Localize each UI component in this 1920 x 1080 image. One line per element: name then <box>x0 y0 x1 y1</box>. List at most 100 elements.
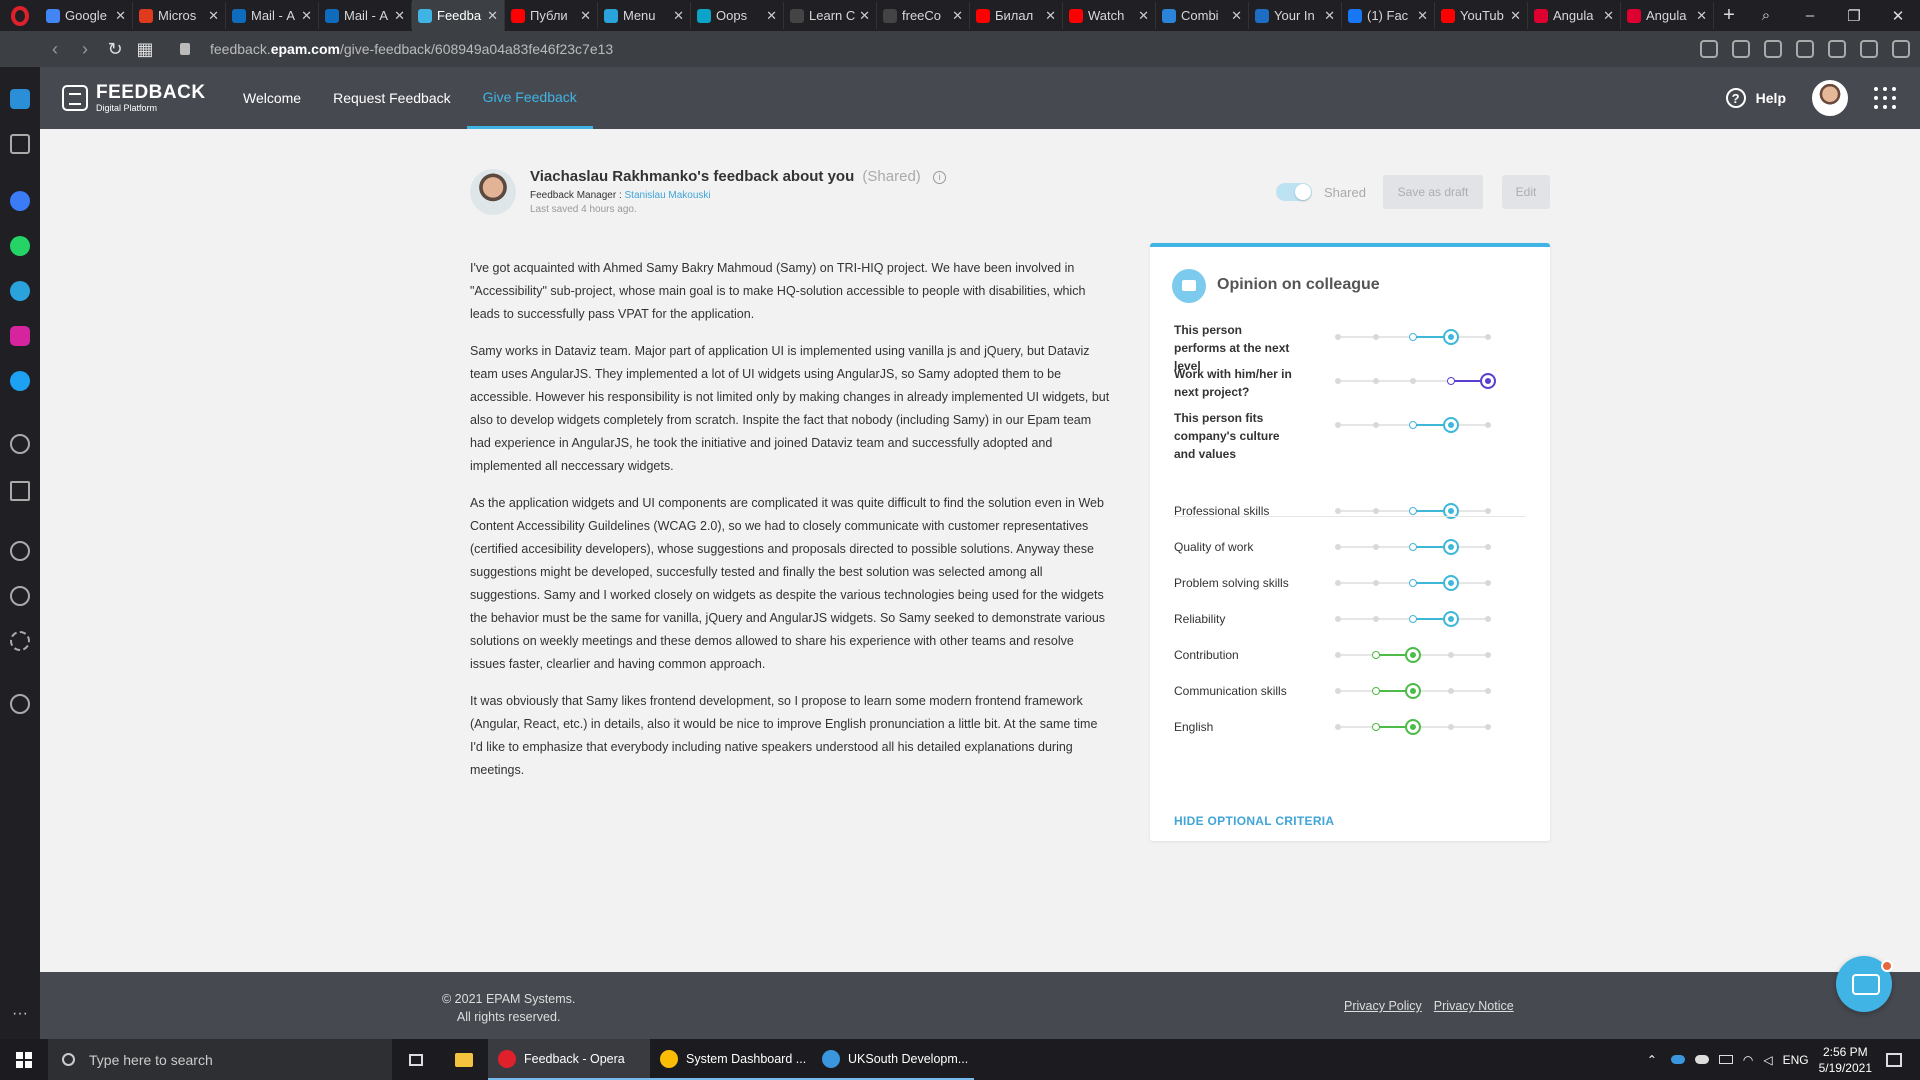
browser-tab[interactable]: Watch ✕ <box>1063 2 1156 29</box>
slider-step[interactable] <box>1485 724 1491 730</box>
slider-step[interactable] <box>1335 688 1341 694</box>
tab-close-icon[interactable]: ✕ <box>487 8 498 24</box>
lightbulb-icon[interactable] <box>10 694 30 714</box>
criterion-slider[interactable] <box>1335 575 1491 591</box>
messenger-icon[interactable] <box>10 191 30 211</box>
url-field[interactable]: feedback.epam.com/give-feedback/608949a0… <box>180 41 613 57</box>
slider-step[interactable] <box>1485 688 1491 694</box>
telegram-icon[interactable] <box>10 281 30 301</box>
browser-tab[interactable]: Oops ✕ <box>691 2 784 29</box>
criterion-slider[interactable] <box>1335 647 1491 663</box>
browser-tab[interactable]: Google ✕ <box>40 2 133 29</box>
app-logo[interactable]: FEEDBACK Digital Platform <box>62 82 207 114</box>
reload-button[interactable]: ↻ <box>100 39 130 60</box>
slider-step[interactable] <box>1372 616 1379 622</box>
slider-step[interactable] <box>1335 544 1341 550</box>
taskbar-search[interactable]: Type here to search <box>48 1039 392 1080</box>
browser-tab[interactable]: Mail - А ✕ <box>319 2 412 29</box>
slider-step[interactable] <box>1335 334 1341 340</box>
slider-step[interactable] <box>1409 333 1417 341</box>
slider-step[interactable] <box>1409 543 1417 551</box>
menu-icon[interactable] <box>1892 40 1910 58</box>
browser-tab[interactable]: Angula ✕ <box>1621 2 1714 29</box>
help-link[interactable]: Help <box>1756 90 1786 106</box>
criterion-slider[interactable] <box>1335 373 1496 389</box>
slider-step[interactable] <box>1447 724 1454 730</box>
tab-close-icon[interactable]: ✕ <box>1510 8 1521 24</box>
edit-button[interactable]: Edit <box>1502 175 1550 209</box>
slider-step[interactable] <box>1410 378 1416 384</box>
slider-step[interactable] <box>1485 508 1491 514</box>
forward-button[interactable]: › <box>70 39 100 60</box>
extension-icon[interactable] <box>1828 40 1846 58</box>
slider-step[interactable] <box>1335 652 1341 658</box>
help-icon[interactable]: ? <box>1725 88 1746 108</box>
send-flow-icon[interactable] <box>10 481 30 501</box>
slider-knob[interactable] <box>1442 329 1459 345</box>
slider-step[interactable] <box>1371 687 1380 695</box>
tab-close-icon[interactable]: ✕ <box>1324 8 1335 24</box>
user-avatar[interactable] <box>1812 80 1848 116</box>
download-icon[interactable] <box>1860 40 1878 58</box>
whatsapp-icon[interactable] <box>10 236 30 256</box>
slider-step[interactable] <box>1335 616 1341 622</box>
player-icon[interactable] <box>10 434 30 454</box>
taskbar-app[interactable]: System Dashboard ... <box>650 1039 812 1080</box>
history-icon[interactable] <box>10 586 30 606</box>
slider-knob[interactable] <box>1442 575 1459 591</box>
browser-tab[interactable]: Combi ✕ <box>1156 2 1249 29</box>
criterion-slider[interactable] <box>1335 611 1491 627</box>
slider-step[interactable] <box>1372 508 1379 514</box>
file-explorer-button[interactable] <box>440 1039 488 1080</box>
tab-close-icon[interactable]: ✕ <box>1231 8 1242 24</box>
browser-tab[interactable]: Your In ✕ <box>1249 2 1342 29</box>
criterion-slider[interactable] <box>1335 329 1491 345</box>
browser-tab[interactable]: Mail - А ✕ <box>226 2 319 29</box>
slider-knob[interactable] <box>1480 373 1496 389</box>
language-indicator[interactable]: ENG <box>1783 1053 1809 1067</box>
tab-close-icon[interactable]: ✕ <box>1045 8 1056 24</box>
slider-step[interactable] <box>1409 579 1417 587</box>
info-icon[interactable]: i <box>932 171 946 184</box>
back-button[interactable]: ‹ <box>40 39 70 60</box>
slider-step[interactable] <box>1335 580 1341 586</box>
favorites-icon[interactable] <box>10 541 30 561</box>
tab-close-icon[interactable]: ✕ <box>1138 8 1149 24</box>
slider-knob[interactable] <box>1405 719 1421 735</box>
slider-step[interactable] <box>1409 421 1417 429</box>
slider-step[interactable] <box>1485 616 1491 622</box>
slider-step[interactable] <box>1371 723 1380 731</box>
twitter-icon[interactable] <box>10 371 30 391</box>
tab-close-icon[interactable]: ✕ <box>1603 8 1614 24</box>
browser-tab[interactable]: Билал ✕ <box>970 2 1063 29</box>
slider-step[interactable] <box>1447 652 1454 658</box>
slider-knob[interactable] <box>1405 683 1421 699</box>
notifications-icon[interactable] <box>1886 1052 1902 1067</box>
heart-icon[interactable] <box>1796 40 1814 58</box>
shared-toggle[interactable] <box>1276 183 1312 201</box>
task-view-button[interactable] <box>392 1039 440 1080</box>
slider-step[interactable] <box>1446 377 1455 385</box>
minimize-button[interactable]: – <box>1788 7 1832 24</box>
browser-tab[interactable]: Learn C ✕ <box>784 2 877 29</box>
criterion-slider[interactable] <box>1335 683 1491 699</box>
onedrive-icon[interactable] <box>1670 1055 1685 1064</box>
adblock-icon[interactable] <box>1732 40 1750 58</box>
tab-close-icon[interactable]: ✕ <box>766 8 777 24</box>
browser-tab[interactable]: Feedba ✕ <box>412 0 505 31</box>
tab-close-icon[interactable]: ✕ <box>1417 8 1428 24</box>
chevron-up-icon[interactable]: ⌃ <box>1647 1053 1657 1067</box>
browser-tab[interactable]: YouTub ✕ <box>1435 2 1528 29</box>
volume-icon[interactable]: ◁ <box>1763 1053 1772 1067</box>
nav-give-feedback[interactable]: Give Feedback <box>466 67 593 129</box>
clock[interactable]: 2:56 PM 5/19/2021 <box>1819 1044 1872 1076</box>
slider-step[interactable] <box>1485 544 1491 550</box>
criterion-slider[interactable] <box>1335 719 1491 735</box>
nav-welcome[interactable]: Welcome <box>227 67 317 129</box>
criterion-slider[interactable] <box>1335 417 1491 433</box>
slider-step[interactable] <box>1409 615 1417 623</box>
slider-step[interactable] <box>1335 724 1341 730</box>
slider-step[interactable] <box>1371 651 1380 659</box>
apps-grid-icon[interactable] <box>1874 87 1896 109</box>
privacy-policy-link[interactable]: Privacy Policy <box>1344 999 1422 1013</box>
